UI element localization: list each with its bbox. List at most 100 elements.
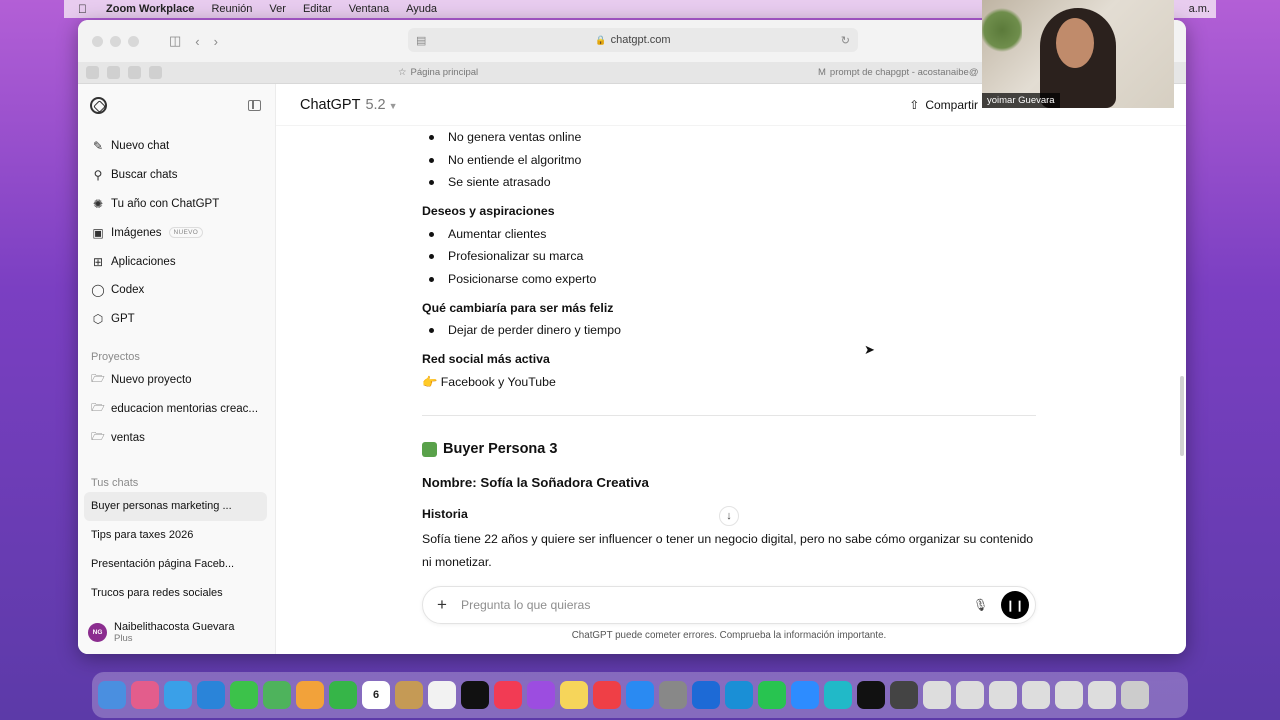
pinned-tab[interactable] xyxy=(149,66,162,79)
whatsapp-icon[interactable] xyxy=(758,681,786,709)
prompt-input[interactable]: Pregunta lo que quieras xyxy=(461,598,973,612)
minimize-window-button[interactable] xyxy=(110,35,121,47)
zoom-icon[interactable] xyxy=(791,681,819,709)
back-icon[interactable]: ‹ xyxy=(195,34,199,49)
share-button[interactable]: ⇧ Compartir xyxy=(909,98,978,112)
menu-ayuda[interactable]: Ayuda xyxy=(406,3,437,15)
list-item: Se siente atrasado xyxy=(422,171,1042,194)
collapse-sidebar-icon[interactable] xyxy=(248,99,261,111)
facetime-icon[interactable] xyxy=(329,681,357,709)
canva-icon[interactable] xyxy=(824,681,852,709)
zoom-window-button[interactable] xyxy=(128,35,139,47)
settings-icon[interactable] xyxy=(659,681,687,709)
sidebar-item-new-chat[interactable]: ✎ Nuevo chat xyxy=(78,132,275,161)
window-controls xyxy=(92,35,139,47)
user-profile[interactable]: NG Naibelithacosta Guevara Plus xyxy=(88,621,234,644)
document-stack-icon[interactable] xyxy=(923,681,951,709)
notes-icon[interactable] xyxy=(560,681,588,709)
user-plan: Plus xyxy=(114,633,133,644)
hp-icon[interactable] xyxy=(725,681,753,709)
menu-ver[interactable]: Ver xyxy=(269,3,286,15)
launchpad-icon[interactable] xyxy=(131,681,159,709)
finder-icon[interactable] xyxy=(98,681,126,709)
menu-reunion[interactable]: Reunión xyxy=(211,3,252,15)
model-selector[interactable]: ChatGPT 5.2 ▼ xyxy=(300,97,398,113)
scroll-down-button[interactable]: ↓ xyxy=(719,506,739,526)
sidebar-item-gpt[interactable]: ⬡ GPT xyxy=(78,305,275,334)
sidebar-item-search[interactable]: ⚲ Buscar chats xyxy=(78,161,275,190)
sidebar-item-year[interactable]: ✺ Tu año con ChatGPT xyxy=(78,190,275,219)
list-item: Posicionarse como experto xyxy=(422,268,1042,291)
cube-icon: ⬡ xyxy=(92,312,104,327)
mail-app-icon[interactable] xyxy=(164,681,192,709)
capcut-icon[interactable] xyxy=(857,681,885,709)
menu-editar[interactable]: Editar xyxy=(303,3,332,15)
document-stack-icon[interactable] xyxy=(1022,681,1050,709)
contacts-icon[interactable] xyxy=(395,681,423,709)
pinned-tab[interactable] xyxy=(128,66,141,79)
apple-icon[interactable]:  xyxy=(78,2,94,16)
sidebar-item-new-project[interactable]: 🗁 Nuevo proyecto xyxy=(78,366,275,395)
news-icon[interactable] xyxy=(593,681,621,709)
menu-app-name[interactable]: Zoom Workplace xyxy=(106,3,194,15)
menu-ventana[interactable]: Ventana xyxy=(349,3,389,15)
trash-icon[interactable] xyxy=(1121,681,1149,709)
safari-icon[interactable] xyxy=(197,681,225,709)
app-store-icon[interactable] xyxy=(626,681,654,709)
messages-icon[interactable] xyxy=(230,681,258,709)
plus-icon[interactable]: + xyxy=(423,595,461,615)
star-icon: ☆ xyxy=(398,67,407,78)
document-stack-icon[interactable] xyxy=(956,681,984,709)
pinned-tab[interactable] xyxy=(86,66,99,79)
chat-item[interactable]: Trucos para redes sociales xyxy=(84,578,267,607)
sidebar-item-project[interactable]: 🗁 educacion mentorias creac... xyxy=(78,394,275,423)
reminders-icon[interactable] xyxy=(428,681,456,709)
sidebar-item-apps[interactable]: ⊞ Aplicaciones xyxy=(78,247,275,276)
list-item: Aumentar clientes xyxy=(422,223,1042,246)
search-icon: ⚲ xyxy=(93,168,103,183)
dock: 6 xyxy=(92,672,1188,718)
voice-mode-button[interactable]: ❙❙ xyxy=(1001,591,1029,619)
maps-icon[interactable] xyxy=(263,681,291,709)
sidebar-toggle-icon[interactable]: ◫ xyxy=(169,33,181,49)
chat-item[interactable]: Presentación página Faceb... xyxy=(84,550,267,579)
tab-home[interactable]: ☆ Página principal xyxy=(398,67,478,78)
chat-item-active[interactable]: Buyer personas marketing ... xyxy=(84,491,267,521)
folder-stack-icon[interactable] xyxy=(890,681,918,709)
calendar-icon[interactable]: 6 xyxy=(362,681,390,709)
sidebar-item-label: Aplicaciones xyxy=(111,255,176,268)
main-scrollbar[interactable] xyxy=(1180,376,1184,456)
chat-item[interactable]: Tips para taxes 2026 xyxy=(84,521,267,550)
document-stack-icon[interactable] xyxy=(1088,681,1116,709)
word-icon[interactable] xyxy=(692,681,720,709)
close-window-button[interactable] xyxy=(92,35,103,47)
tab-gmail[interactable]: Mprompt de chapgpt - acostanaibe@ xyxy=(818,67,978,78)
sidebar-item-project[interactable]: 🗁 ventas xyxy=(78,423,275,452)
music-icon[interactable] xyxy=(494,681,522,709)
share-icon: ⇧ xyxy=(909,98,920,112)
url-bar[interactable]: ▤ 🔒 chatgpt.com ↻ xyxy=(408,28,858,52)
photos-icon[interactable] xyxy=(296,681,324,709)
tab-gmail-label: prompt de chapgpt - acostanaibe@ xyxy=(829,67,979,78)
list-item: Dejar de perder dinero y tiempo xyxy=(422,319,1042,342)
document-stack-icon[interactable] xyxy=(989,681,1017,709)
tv-icon[interactable] xyxy=(461,681,489,709)
reload-icon[interactable]: ↻ xyxy=(841,34,850,47)
forward-icon[interactable]: › xyxy=(214,34,218,49)
chatgpt-app: ✎ Nuevo chat ⚲ Buscar chats ✺ Tu año con Ch… xyxy=(78,84,1186,654)
podcasts-icon[interactable] xyxy=(527,681,555,709)
list-item: No genera ventas online xyxy=(422,126,1042,149)
sidebar-nav: ✎ Nuevo chat ⚲ Buscar chats ✺ Tu año con Ch… xyxy=(78,132,275,334)
section-heading: Deseos y aspiraciones xyxy=(422,204,555,218)
sidebar-item-label: Buscar chats xyxy=(111,169,178,182)
section-heading: Red social más activa xyxy=(422,352,550,366)
sidebar-item-codex[interactable]: ◯ Codex xyxy=(78,276,275,305)
codex-icon: ◯ xyxy=(91,283,105,298)
sidebar-item-images[interactable]: ▣ Imágenes NUEVO xyxy=(78,218,275,247)
microphone-icon[interactable]: 🎙 xyxy=(973,598,988,612)
openai-logo-icon[interactable] xyxy=(90,96,107,114)
historia-text: Sofía tiene 22 años y quiere ser influen… xyxy=(422,532,1034,569)
pinned-tab[interactable] xyxy=(107,66,120,79)
document-stack-icon[interactable] xyxy=(1055,681,1083,709)
participant-name: yoimar Guevara xyxy=(982,93,1060,108)
